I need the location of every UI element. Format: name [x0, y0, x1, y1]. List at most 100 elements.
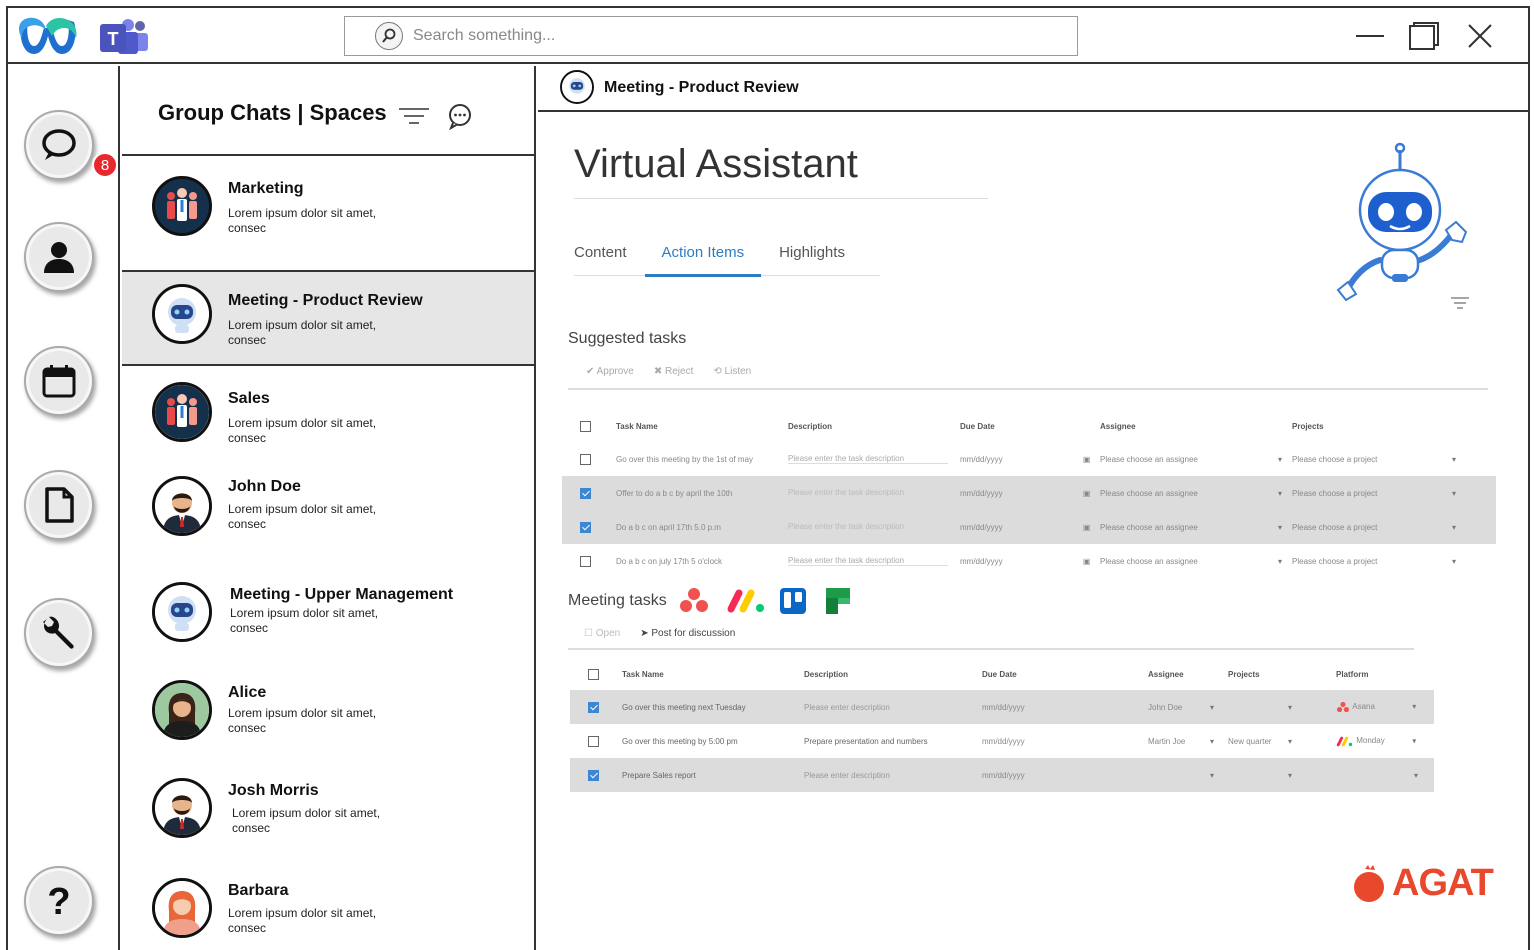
- description-input[interactable]: Please enter the task description: [788, 488, 948, 498]
- assignee-select[interactable]: Please choose an assignee: [1100, 455, 1278, 464]
- platform-select[interactable]: Asana: [1352, 702, 1412, 711]
- chat-item-barbara[interactable]: Barbara Lorem ipsum dolor sit amet, cons…: [122, 864, 534, 950]
- chat-name: Barbara: [228, 882, 289, 899]
- table-row[interactable]: Go over this meeting by 5:00 pm Prepare …: [570, 724, 1434, 758]
- asana-logo-icon: [1337, 701, 1349, 713]
- asana-logo-icon[interactable]: [678, 586, 710, 614]
- table-row[interactable]: Prepare Sales report Please enter descri…: [570, 758, 1434, 792]
- robot-avatar-icon: [562, 72, 592, 102]
- platform-select[interactable]: Monday: [1356, 736, 1412, 745]
- chat-item-alice[interactable]: Alice Lorem ipsum dolor sit amet, consec: [122, 666, 534, 764]
- minimize-button[interactable]: [1350, 18, 1390, 54]
- row-checkbox[interactable]: [580, 487, 591, 499]
- listen-button[interactable]: ⟲ Listen: [713, 366, 751, 377]
- row-checkbox[interactable]: [588, 735, 599, 747]
- description-input[interactable]: Please enter the task description: [788, 556, 948, 566]
- due-date-input[interactable]: mm/dd/yyyy: [982, 724, 1148, 758]
- chat-item-sales[interactable]: Sales Lorem ipsum dolor sit amet, consec: [122, 366, 534, 462]
- project-select[interactable]: Please choose a project: [1292, 455, 1452, 464]
- new-chat-icon[interactable]: [446, 102, 474, 130]
- trello-logo-icon[interactable]: [780, 588, 806, 614]
- table-row[interactable]: Do a b c on april 17th 5.0 p.m Please en…: [562, 510, 1496, 544]
- due-date-input[interactable]: mm/dd/yyyy: [982, 758, 1148, 792]
- table-header-row: Task Name Description Due Date Assignee …: [570, 658, 1434, 690]
- select-all-checkbox[interactable]: [588, 668, 599, 680]
- tab-highlights[interactable]: Highlights: [779, 238, 862, 275]
- column-header: Assignee: [1100, 421, 1136, 431]
- chat-item-john-doe[interactable]: John Doe Lorem ipsum dolor sit amet, con…: [122, 462, 534, 566]
- column-header: Task Name: [616, 421, 658, 431]
- table-row[interactable]: Do a b c on july 17th 5 o'clock Please e…: [562, 544, 1496, 578]
- assignee-select[interactable]: John Doe: [1148, 703, 1210, 712]
- search-bar[interactable]: [344, 16, 1078, 56]
- table-row[interactable]: Offer to do a b c by april the 10th Plea…: [562, 476, 1496, 510]
- due-date-input[interactable]: mm/dd/yyyy: [960, 557, 1003, 566]
- row-checkbox[interactable]: [580, 453, 591, 465]
- rail-tools-button[interactable]: [24, 598, 94, 668]
- project-select[interactable]: New quarter: [1228, 737, 1288, 746]
- assignee-select[interactable]: Please choose an assignee: [1100, 557, 1278, 566]
- calendar-icon[interactable]: ▣: [1083, 557, 1091, 566]
- project-select[interactable]: Please choose a project: [1292, 523, 1452, 532]
- calendar-icon[interactable]: ▣: [1083, 455, 1091, 464]
- chevron-down-icon: ▾: [1412, 702, 1417, 712]
- planner-logo-icon[interactable]: [826, 588, 850, 614]
- group-people-icon: [155, 385, 209, 439]
- reject-button[interactable]: ✖ Reject: [654, 366, 694, 377]
- woman-avatar-icon: [155, 881, 209, 935]
- post-for-discussion-button[interactable]: ➤ Post for discussion: [640, 628, 735, 639]
- row-checkbox[interactable]: [580, 555, 591, 567]
- conversation-title: Meeting - Product Review: [604, 79, 799, 96]
- tab-content[interactable]: Content: [574, 238, 644, 275]
- project-select[interactable]: Please choose a project: [1292, 489, 1452, 498]
- due-date-input[interactable]: mm/dd/yyyy: [960, 489, 1003, 498]
- row-checkbox[interactable]: [588, 769, 599, 781]
- description-input[interactable]: Please enter description: [804, 758, 982, 792]
- chat-item-marketing[interactable]: Marketing Lorem ipsum dolor sit amet, co…: [122, 156, 534, 270]
- chat-item-meeting-upper-management[interactable]: Meeting - Upper Management Lorem ipsum d…: [122, 566, 534, 666]
- project-select[interactable]: Please choose a project: [1292, 557, 1452, 566]
- group-people-icon: [155, 179, 209, 233]
- close-button[interactable]: [1460, 18, 1500, 54]
- description-input[interactable]: Please enter description: [804, 690, 982, 724]
- due-date-input[interactable]: mm/dd/yyyy: [960, 455, 1003, 464]
- description-input[interactable]: Please enter the task description: [788, 522, 948, 532]
- row-checkbox[interactable]: [580, 521, 591, 533]
- description-input[interactable]: Prepare presentation and numbers: [804, 724, 982, 758]
- robot-mascot-icon: [1336, 142, 1468, 302]
- filter-icon[interactable]: [1450, 296, 1470, 310]
- calendar-icon[interactable]: ▣: [1083, 489, 1091, 498]
- assignee-select[interactable]: Please choose an assignee: [1100, 523, 1278, 532]
- meeting-actions: ☐ Open ➤ Post for discussion: [584, 628, 735, 639]
- due-date-input[interactable]: mm/dd/yyyy: [960, 523, 1003, 532]
- chevron-down-icon: ▾: [1414, 770, 1419, 780]
- user-avatar: [152, 778, 212, 838]
- tab-action-items[interactable]: Action Items: [644, 238, 762, 277]
- maximize-button[interactable]: [1404, 18, 1444, 54]
- search-icon[interactable]: [375, 22, 403, 50]
- table-row[interactable]: Go over this meeting by the 1st of may P…: [562, 442, 1496, 476]
- select-all-checkbox[interactable]: [580, 420, 591, 432]
- calendar-icon[interactable]: ▣: [1083, 523, 1091, 532]
- rail-files-button[interactable]: [24, 470, 94, 540]
- filter-icon[interactable]: [398, 106, 430, 126]
- rail-contacts-button[interactable]: [24, 222, 94, 292]
- assignee-select[interactable]: Please choose an assignee: [1100, 489, 1278, 498]
- description-input[interactable]: Please enter the task description: [788, 454, 948, 464]
- chevron-down-icon: ▾: [1288, 770, 1293, 780]
- row-checkbox[interactable]: [588, 701, 599, 713]
- rail-calendar-button[interactable]: [24, 346, 94, 416]
- calendar-icon: [42, 365, 76, 398]
- rail-chat-button[interactable]: 8: [24, 110, 118, 180]
- assignee-select[interactable]: Martin Joe: [1148, 737, 1210, 746]
- suggested-tasks-table: Task Name Description Due Date Assignee …: [562, 410, 1496, 578]
- due-date-input[interactable]: mm/dd/yyyy: [982, 690, 1148, 724]
- approve-button[interactable]: ✔ Approve: [586, 366, 634, 377]
- chat-item-josh-morris[interactable]: Josh Morris Lorem ipsum dolor sit amet, …: [122, 764, 534, 864]
- rail-help-button[interactable]: ?: [24, 866, 94, 936]
- search-input[interactable]: [413, 27, 1013, 45]
- table-row[interactable]: Go over this meeting next Tuesday Please…: [570, 690, 1434, 724]
- monday-logo-icon[interactable]: [726, 588, 768, 614]
- chat-item-meeting-product-review[interactable]: Meeting - Product Review Lorem ipsum dol…: [122, 270, 534, 366]
- open-button[interactable]: ☐ Open: [584, 628, 620, 639]
